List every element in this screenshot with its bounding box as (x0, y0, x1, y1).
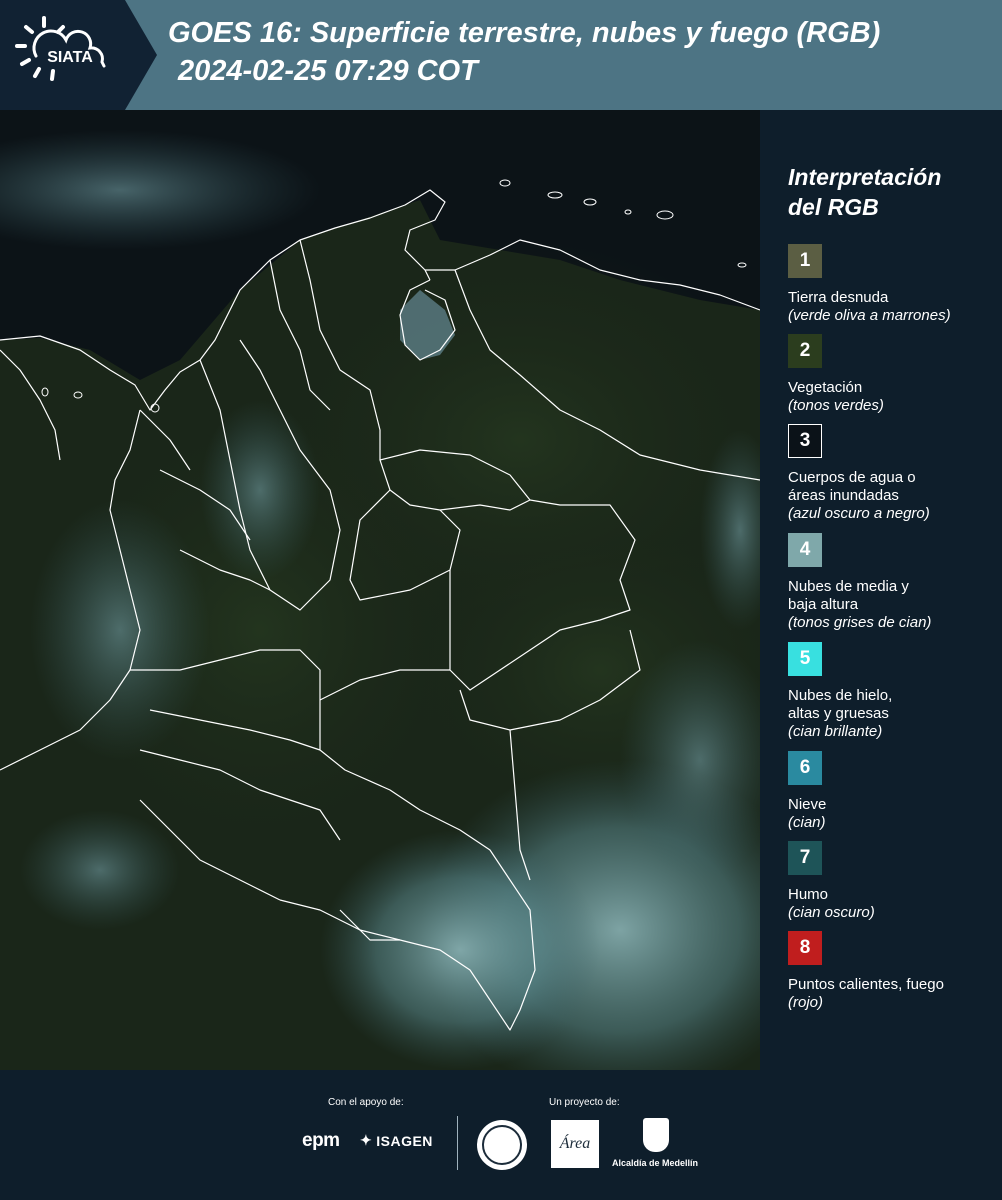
legend-label: Puntos calientes, fuego (788, 976, 944, 993)
siata-logo: SIATA (15, 16, 106, 81)
university-seal-icon (477, 1120, 527, 1170)
legend-item-fire: 8 Puntos calientes, fuego (rojo) (788, 931, 1002, 1012)
legend-item-smoke: 7 Humo (cian oscuro) (788, 841, 1002, 922)
legend-sublabel: (verde oliva a marrones) (788, 307, 951, 324)
legend-item-bare-soil: 1 Tierra desnuda (verde oliva a marrones… (788, 244, 1002, 325)
header-bar: SIATA GOES 16: Superficie terrestre, nub… (0, 0, 1002, 110)
legend-label: Humo (788, 886, 829, 903)
legend-sublabel: (rojo) (788, 994, 824, 1011)
legend-swatch: 7 (788, 841, 822, 875)
legend-swatch: 1 (788, 244, 822, 278)
title-line-2: 2024-02-25 07:29 COT (178, 55, 478, 87)
legend-label: Cuerpos de agua o (788, 469, 916, 486)
legend-label: Tierra desnuda (788, 289, 889, 306)
legend-label: Nieve (788, 796, 827, 813)
satellite-map[interactable] (0, 110, 760, 1070)
header-chevron (125, 0, 157, 110)
legend-sublabel: (tonos grises de cian) (788, 614, 932, 631)
legend-swatch: 5 (788, 642, 822, 676)
legend-title: Interpretación del RGB (788, 162, 998, 222)
project-label: Un proyecto de: (549, 1097, 620, 1108)
legend-item-water: 3 Cuerpos de agua o áreas inundadas (azu… (788, 424, 1002, 523)
legend-label: Nubes de media y (788, 578, 909, 595)
legend-item-vegetation: 2 Vegetación (tonos verdes) (788, 334, 1002, 415)
alcaldia-text: Alcaldía de Medellín (612, 1158, 699, 1168)
title-line-1: GOES 16: Superficie terrestre, nubes y f… (168, 17, 881, 49)
legend-swatch: 3 (788, 424, 822, 458)
legend-label: Nubes de hielo, (788, 687, 893, 704)
legend-swatch: 4 (788, 533, 822, 567)
legend-sublabel: (azul oscuro a negro) (788, 505, 930, 522)
isagen-icon: ✦ (360, 1132, 373, 1148)
legend-sublabel: (cian oscuro) (788, 904, 875, 921)
legend-label: altas y gruesas (788, 705, 889, 722)
legend-swatch: 6 (788, 751, 822, 785)
legend-item-snow: 6 Nieve (cian) (788, 751, 1002, 832)
area-metropolitana-logo: Área (551, 1120, 599, 1168)
logo-panel: SIATA (0, 0, 125, 110)
epm-logo: epm (302, 1130, 340, 1151)
legend-item-low-clouds: 4 Nubes de media y baja altura (tonos gr… (788, 533, 1002, 632)
legend-title-line-1: Interpretación (788, 164, 942, 190)
legend-panel: Interpretación del RGB 1 Tierra desnuda … (762, 110, 1002, 1070)
page-title: GOES 16: Superficie terrestre, nubes y f… (168, 14, 998, 90)
alcaldia-shield-icon (643, 1118, 669, 1152)
legend-label: áreas inundadas (788, 487, 899, 504)
legend-sublabel: (cian) (788, 814, 826, 831)
footer-divider (457, 1116, 458, 1170)
footer: Con el apoyo de: Un proyecto de: epm ✦ I… (0, 1070, 1002, 1200)
support-label: Con el apoyo de: (328, 1097, 404, 1108)
legend-title-line-2: del RGB (788, 194, 879, 220)
legend-swatch: 2 (788, 334, 822, 368)
legend-sublabel: (cian brillante) (788, 723, 883, 740)
isagen-text: ISAGEN (376, 1132, 433, 1149)
legend-swatch: 8 (788, 931, 822, 965)
legend-label: Vegetación (788, 379, 863, 396)
map-canvas (0, 110, 760, 1070)
logo-text: SIATA (47, 49, 93, 66)
isagen-logo: ✦ ISAGEN (360, 1132, 433, 1149)
legend-label: baja altura (788, 596, 859, 613)
legend-sublabel: (tonos verdes) (788, 397, 884, 414)
legend-item-ice-clouds: 5 Nubes de hielo, altas y gruesas (cian … (788, 642, 1002, 741)
